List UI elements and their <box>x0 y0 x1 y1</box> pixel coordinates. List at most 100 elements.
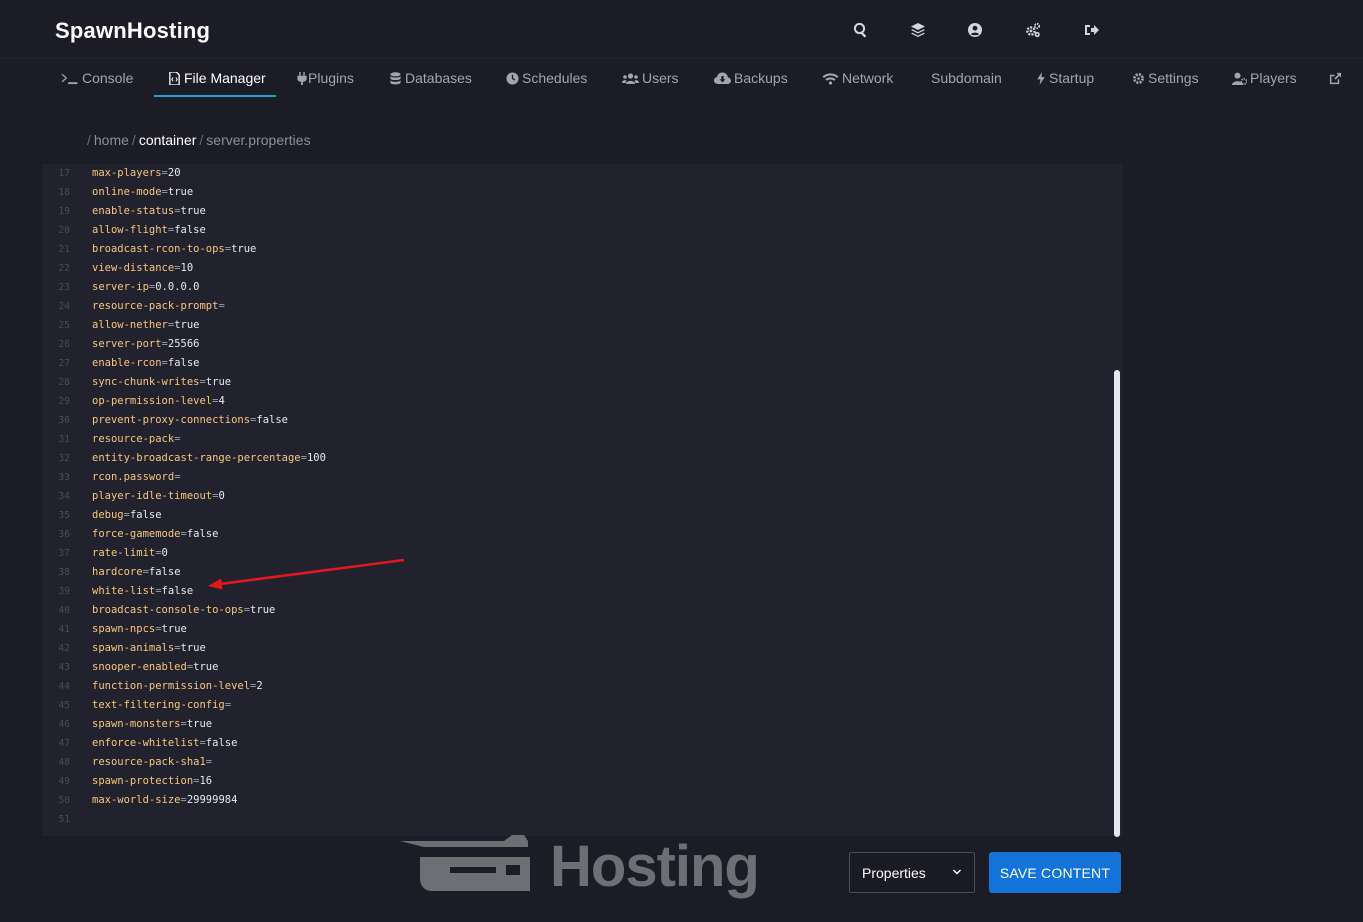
line-content: snooper-enabled=true <box>92 658 218 677</box>
search-icon[interactable] <box>851 20 871 40</box>
code-line[interactable]: 30 prevent-proxy-connections=false <box>42 411 1122 430</box>
line-number: 19 <box>58 206 70 217</box>
clock-icon <box>505 71 519 85</box>
code-line[interactable]: 31 resource-pack= <box>42 430 1122 449</box>
line-content: spawn-npcs=true <box>92 620 187 639</box>
mode-select[interactable]: Properties <box>849 852 975 893</box>
code-line[interactable]: 43 snooper-enabled=true <box>42 658 1122 677</box>
code-line[interactable]: 46 spawn-monsters=true <box>42 715 1122 734</box>
line-number: 29 <box>58 396 70 407</box>
tab-label: Schedules <box>522 70 588 86</box>
line-content: resource-pack-prompt= <box>92 297 225 316</box>
line-content: server-ip=0.0.0.0 <box>92 278 200 297</box>
line-number: 32 <box>58 453 70 464</box>
code-line[interactable]: 44 function-permission-level=2 <box>42 677 1122 696</box>
tab-console[interactable]: Console <box>61 59 133 97</box>
line-number: 47 <box>58 738 70 749</box>
tab-schedules[interactable]: Schedules <box>505 59 587 97</box>
code-line[interactable]: 34 player-idle-timeout=0 <box>42 487 1122 506</box>
line-content: resource-pack= <box>92 430 181 449</box>
property-key: allow-flight <box>92 224 168 236</box>
line-number: 30 <box>58 415 70 426</box>
tab-backups[interactable]: Backups <box>714 59 788 97</box>
sign-out-icon[interactable] <box>1082 20 1102 40</box>
line-number: 33 <box>58 472 70 483</box>
tab-players[interactable]: Players <box>1232 59 1297 97</box>
code-line[interactable]: 36 force-gamemode=false <box>42 525 1122 544</box>
user-circle-icon[interactable] <box>965 20 985 40</box>
line-content: player-idle-timeout=0 <box>92 487 225 506</box>
code-line[interactable]: 49 spawn-protection=16 <box>42 772 1122 791</box>
property-key: snooper-enabled <box>92 661 187 673</box>
code-line[interactable]: 50 max-world-size=29999984 <box>42 791 1122 810</box>
editor-scrollbar[interactable] <box>1114 370 1120 837</box>
line-number: 35 <box>58 510 70 521</box>
code-line[interactable]: 20 allow-flight=false <box>42 221 1122 240</box>
cogs-icon[interactable] <box>1023 20 1043 40</box>
code-line[interactable]: 28 sync-chunk-writes=true <box>42 373 1122 392</box>
code-line[interactable]: 26 server-port=25566 <box>42 335 1122 354</box>
breadcrumb-separator: / <box>87 132 91 148</box>
code-line[interactable]: 33 rcon.password= <box>42 468 1122 487</box>
line-content: enforce-whitelist=false <box>92 734 237 753</box>
code-line[interactable]: 22 view-distance=10 <box>42 259 1122 278</box>
external-link-button[interactable] <box>1328 59 1345 97</box>
bolt-icon <box>1036 71 1046 85</box>
tab-label: Subdomain <box>931 70 1002 86</box>
code-line[interactable]: 39 white-list=false <box>42 582 1122 601</box>
code-line[interactable]: 21 broadcast-rcon-to-ops=true <box>42 240 1122 259</box>
equals-sign: = <box>205 756 213 768</box>
line-number: 17 <box>58 168 70 179</box>
line-number: 21 <box>58 244 70 255</box>
line-content: force-gamemode=false <box>92 525 218 544</box>
code-line[interactable]: 35 debug=false <box>42 506 1122 525</box>
code-line[interactable]: 18 online-mode=true <box>42 183 1122 202</box>
code-line[interactable]: 47 enforce-whitelist=false <box>42 734 1122 753</box>
property-value: 29999984 <box>186 794 238 806</box>
breadcrumb-container[interactable]: container <box>139 132 197 148</box>
tab-plugins[interactable]: Plugins <box>297 59 354 97</box>
code-line[interactable]: 48 resource-pack-sha1= <box>42 753 1122 772</box>
property-key: spawn-npcs <box>92 623 156 635</box>
code-editor[interactable]: 17 max-players=20 18 online-mode=true 19 enab… <box>42 164 1122 836</box>
code-line[interactable]: 32 entity-broadcast-range-percentage=100 <box>42 449 1122 468</box>
tab-startup[interactable]: Startup <box>1036 59 1094 97</box>
code-line[interactable]: 17 max-players=20 <box>42 164 1122 183</box>
line-number: 28 <box>58 377 70 388</box>
property-value: 100 <box>306 452 326 464</box>
save-content-button[interactable]: SAVE CONTENT <box>989 852 1121 893</box>
line-content: broadcast-console-to-ops=true <box>92 601 275 620</box>
line-content: op-permission-level=4 <box>92 392 225 411</box>
property-value: 25566 <box>167 338 200 350</box>
code-line[interactable]: 42 spawn-animals=true <box>42 639 1122 658</box>
property-key: rate-limit <box>92 547 156 559</box>
tab-file-manager[interactable]: File Manager <box>167 59 266 97</box>
property-key: white-list <box>92 585 156 597</box>
tab-users[interactable]: Users <box>622 59 679 97</box>
code-line[interactable]: 23 server-ip=0.0.0.0 <box>42 278 1122 297</box>
line-number: 42 <box>58 643 70 654</box>
code-line[interactable]: 41 spawn-npcs=true <box>42 620 1122 639</box>
code-line[interactable]: 19 enable-status=true <box>42 202 1122 221</box>
code-line[interactable]: 38 hardcore=false <box>42 563 1122 582</box>
tab-settings[interactable]: Settings <box>1131 59 1199 97</box>
tab-databases[interactable]: Databases <box>388 59 472 97</box>
property-value: true <box>186 718 213 730</box>
code-line[interactable]: 45 text-filtering-config= <box>42 696 1122 715</box>
tab-network[interactable]: Network <box>822 59 893 97</box>
code-line[interactable]: 29 op-permission-level=4 <box>42 392 1122 411</box>
code-line[interactable]: 40 broadcast-console-to-ops=true <box>42 601 1122 620</box>
line-number: 40 <box>58 605 70 616</box>
code-line[interactable]: 27 enable-rcon=false <box>42 354 1122 373</box>
code-line[interactable]: 37 rate-limit=0 <box>42 544 1122 563</box>
tab-subdomain[interactable]: Subdomain <box>931 59 1002 97</box>
line-number: 37 <box>58 548 70 559</box>
code-line[interactable]: 51 <box>42 810 1122 829</box>
brand-title[interactable]: SpawnHosting <box>55 18 210 44</box>
code-line[interactable]: 24 resource-pack-prompt= <box>42 297 1122 316</box>
line-content: text-filtering-config= <box>92 696 231 715</box>
line-content: white-list=false <box>92 582 193 601</box>
layers-icon[interactable] <box>908 20 928 40</box>
breadcrumb-home[interactable]: home <box>94 132 129 148</box>
code-line[interactable]: 25 allow-nether=true <box>42 316 1122 335</box>
